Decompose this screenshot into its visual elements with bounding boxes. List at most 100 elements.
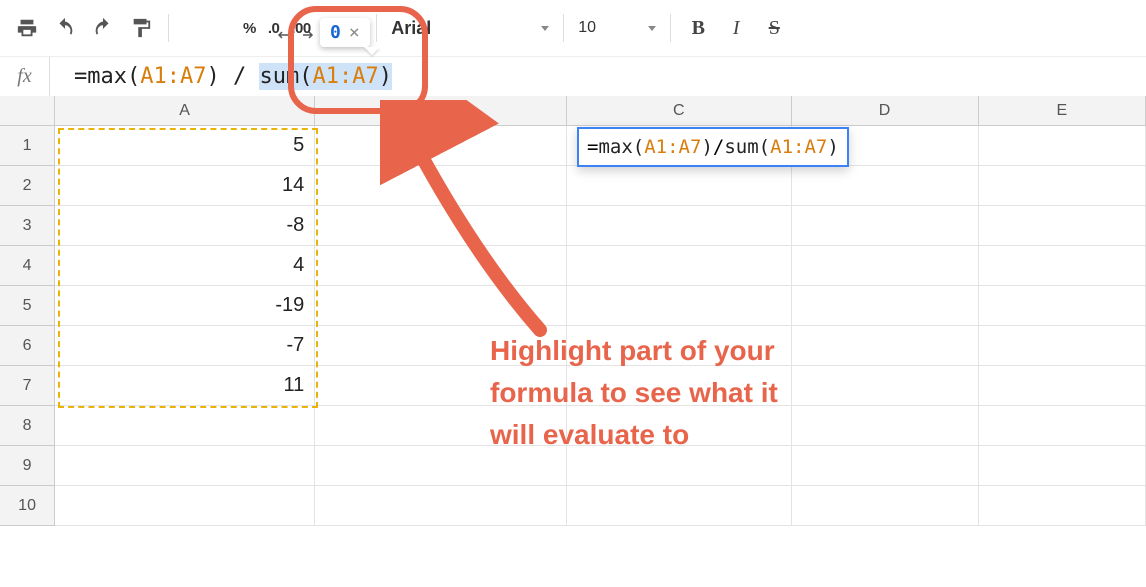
- row-header[interactable]: 9: [0, 446, 55, 486]
- cell[interactable]: [792, 366, 979, 406]
- cell-formula-paren: (: [759, 136, 770, 158]
- formula-input[interactable]: =max(A1:A7) / sum(A1:A7): [50, 64, 1146, 89]
- cell[interactable]: [55, 406, 315, 446]
- cell[interactable]: [792, 486, 979, 526]
- row-header[interactable]: 1: [0, 126, 55, 166]
- column-header-b[interactable]: B: [315, 96, 567, 125]
- chevron-down-icon: [648, 26, 656, 31]
- cell[interactable]: [315, 486, 567, 526]
- cell[interactable]: [979, 446, 1146, 486]
- cell[interactable]: [979, 126, 1146, 166]
- toolbar: % .0 .00 123 Arial 10 B I S: [0, 0, 1146, 56]
- cell[interactable]: [979, 326, 1146, 366]
- cell[interactable]: [567, 486, 791, 526]
- cell[interactable]: [979, 166, 1146, 206]
- cell-a1[interactable]: 5: [55, 126, 315, 166]
- close-icon[interactable]: ×: [349, 22, 360, 43]
- font-name-dropdown[interactable]: Arial: [385, 18, 555, 39]
- row-header[interactable]: 3: [0, 206, 55, 246]
- formula-range-2: A1:A7: [312, 64, 378, 89]
- cell[interactable]: [792, 166, 979, 206]
- cell-formula-range-2: A1:A7: [770, 136, 827, 158]
- cell[interactable]: [315, 166, 567, 206]
- redo-icon[interactable]: [87, 12, 119, 44]
- cell[interactable]: [979, 206, 1146, 246]
- cell[interactable]: [979, 366, 1146, 406]
- formula-paren-close: ): [206, 64, 219, 89]
- fx-label: fx: [0, 57, 50, 96]
- eval-value: 0: [330, 22, 341, 43]
- cell-formula-eq: =: [587, 136, 598, 158]
- formula-eq: =: [74, 64, 87, 89]
- annotation-text: Highlight part of your formula to see wh…: [490, 330, 778, 456]
- cell[interactable]: [567, 166, 791, 206]
- cell[interactable]: [979, 286, 1146, 326]
- cell-a2[interactable]: 14: [55, 166, 315, 206]
- formula-fn-sum: sum: [259, 64, 299, 89]
- cell[interactable]: [315, 206, 567, 246]
- row-header[interactable]: 7: [0, 366, 55, 406]
- cell-a7[interactable]: 11: [55, 366, 315, 406]
- paint-format-icon[interactable]: [125, 12, 157, 44]
- toolbar-separator: [670, 14, 671, 42]
- cell[interactable]: [792, 206, 979, 246]
- bold-button[interactable]: B: [682, 12, 714, 44]
- increase-decimal-button[interactable]: .00: [285, 20, 316, 37]
- toolbar-separator: [376, 14, 377, 42]
- cell-formula-paren: (: [633, 136, 644, 158]
- cell-a4[interactable]: 4: [55, 246, 315, 286]
- cell[interactable]: [567, 286, 791, 326]
- cell[interactable]: [567, 246, 791, 286]
- row-header[interactable]: 5: [0, 286, 55, 326]
- cell[interactable]: [315, 126, 567, 166]
- cell[interactable]: [315, 246, 567, 286]
- chevron-down-icon: [541, 26, 549, 31]
- font-name-label: Arial: [391, 18, 431, 39]
- row-header[interactable]: 2: [0, 166, 55, 206]
- cell[interactable]: [792, 326, 979, 366]
- formula-divide: /: [220, 64, 260, 89]
- column-header-a[interactable]: A: [55, 96, 315, 125]
- cell[interactable]: [792, 246, 979, 286]
- italic-button[interactable]: I: [720, 12, 752, 44]
- cell[interactable]: [792, 406, 979, 446]
- cell[interactable]: [979, 486, 1146, 526]
- select-all-corner[interactable]: [0, 96, 55, 125]
- strikethrough-button[interactable]: S: [758, 12, 790, 44]
- cell[interactable]: [792, 446, 979, 486]
- percent-format-button[interactable]: %: [237, 20, 262, 37]
- row-header[interactable]: 6: [0, 326, 55, 366]
- formula-eval-tooltip: 0 ×: [320, 18, 370, 47]
- toolbar-separator: [563, 14, 564, 42]
- formula-fn-max: max: [87, 64, 127, 89]
- cell-formula-divide: /: [713, 136, 724, 158]
- cell[interactable]: [315, 286, 567, 326]
- active-cell-c1[interactable]: =max(A1:A7) / sum(A1:A7): [577, 127, 849, 167]
- cell[interactable]: [979, 246, 1146, 286]
- row-header[interactable]: 8: [0, 406, 55, 446]
- cell[interactable]: [979, 406, 1146, 446]
- undo-icon[interactable]: [49, 12, 81, 44]
- formula-bar: fx =max(A1:A7) / sum(A1:A7): [0, 56, 1146, 96]
- column-header-e[interactable]: E: [979, 96, 1146, 125]
- decrease-decimal-button[interactable]: .0: [262, 20, 286, 37]
- cell[interactable]: [567, 206, 791, 246]
- column-header-d[interactable]: D: [792, 96, 979, 125]
- font-size-label: 10: [578, 19, 596, 37]
- grid-rows: 15 214 3-8 44 5-19 6-7 711 8 9 10: [0, 126, 1146, 526]
- cell-a6[interactable]: -7: [55, 326, 315, 366]
- cell-formula-fn-sum: sum: [724, 136, 758, 158]
- cell-formula-paren: ): [701, 136, 712, 158]
- column-header-c[interactable]: C: [567, 96, 791, 125]
- column-headers: A B C D E: [0, 96, 1146, 126]
- formula-range-1: A1:A7: [140, 64, 206, 89]
- row-header[interactable]: 10: [0, 486, 55, 526]
- cell[interactable]: [792, 286, 979, 326]
- row-header[interactable]: 4: [0, 246, 55, 286]
- print-icon[interactable]: [11, 12, 43, 44]
- cell[interactable]: [55, 486, 315, 526]
- cell-a3[interactable]: -8: [55, 206, 315, 246]
- cell[interactable]: [55, 446, 315, 486]
- cell-a5[interactable]: -19: [55, 286, 315, 326]
- font-size-dropdown[interactable]: 10: [572, 19, 662, 37]
